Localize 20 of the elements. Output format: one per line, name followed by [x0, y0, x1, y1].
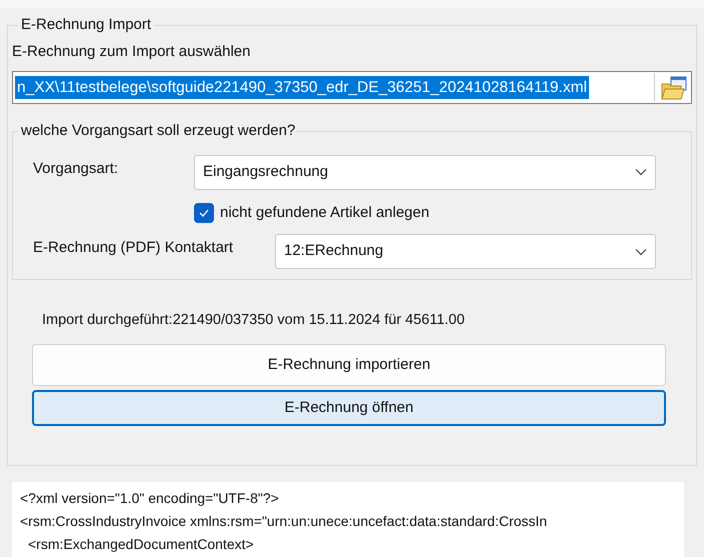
import-status: Import durchgeführt:221490/037350 vom 15.11.2024 für 45611.00: [42, 311, 466, 330]
xml-line: <?xml version="1.0" encoding="UTF-8"?>: [20, 489, 279, 508]
dropdown[interactable]: 12:ERechnung: [275, 234, 656, 269]
field-label: Vorgangsart:: [33, 158, 120, 179]
xml-line: <rsm:CrossIndustryInvoice xmlns:rsm="urn:un:unece:uncefact:data:standard:CrossIn: [20, 512, 548, 531]
folder-icon[interactable]: [661, 76, 687, 100]
checkmark-icon: [199, 208, 209, 217]
file-path-field[interactable]: n_XX\11testbelege\softguide221490_37350_edr_DE_36251_20241028164119.xml: [12, 71, 692, 104]
checkbox-label: nicht gefundene Artikel anlegen: [220, 202, 430, 222]
dropdown[interactable]: Eingangsrechnung: [194, 154, 656, 190]
xml-line: <rsm:ExchangedDocumentContext>: [27, 535, 254, 554]
chevron-down-icon: [635, 168, 647, 176]
checkbox[interactable]: [194, 202, 214, 223]
action-button[interactable]: E-Rechnung öffnen: [32, 390, 666, 426]
group-title: welche Vorgangsart soll erzeugt werden?: [20, 121, 296, 141]
field-label: E-Rechnung zum Import auswählen: [12, 42, 252, 62]
action-button[interactable]: E-Rechnung importieren: [32, 344, 666, 386]
field-label: E-Rechnung (PDF) Kontaktart: [33, 238, 234, 258]
chevron-down-icon: [635, 248, 647, 256]
group-title: E-Rechnung Import: [20, 15, 152, 35]
